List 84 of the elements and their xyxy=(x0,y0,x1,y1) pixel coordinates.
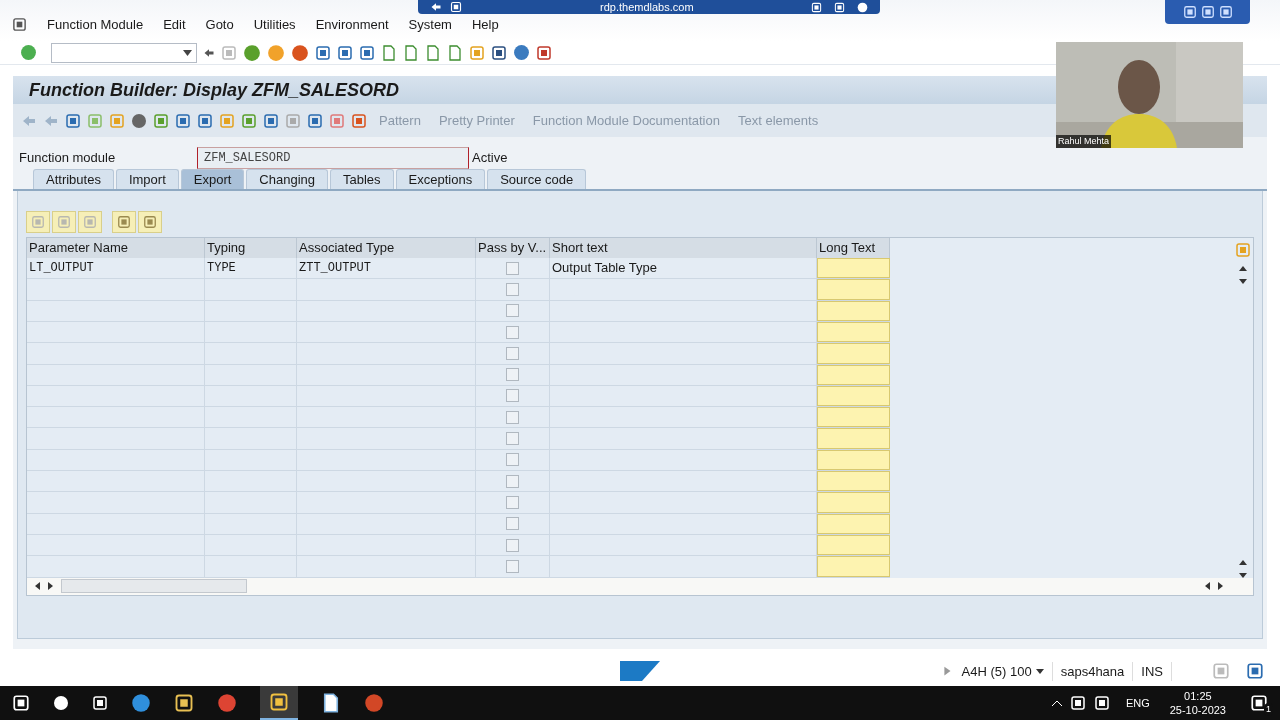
delete-row-button[interactable] xyxy=(138,211,162,234)
checkbox[interactable] xyxy=(506,368,519,382)
scrollbar-thumb[interactable] xyxy=(61,579,247,593)
column-header[interactable]: Short text xyxy=(550,238,817,259)
column-header[interactable]: Pass by V... xyxy=(476,238,550,259)
checkbox[interactable] xyxy=(506,389,519,403)
command-field[interactable] xyxy=(51,42,197,63)
checkbox[interactable] xyxy=(506,538,519,552)
table-cell: ZTT_OUTPUT xyxy=(297,258,476,279)
server-name: saps4hana xyxy=(1052,661,1134,681)
long-text-cell[interactable] xyxy=(817,428,890,449)
long-text-cell[interactable] xyxy=(817,343,890,364)
scissors-button[interactable] xyxy=(26,211,50,234)
menu-item[interactable]: Function Module xyxy=(47,14,144,35)
caret-icon xyxy=(1035,668,1044,674)
tab[interactable]: Changing xyxy=(246,169,328,190)
checkbox[interactable] xyxy=(506,261,519,275)
scroll-up-icon[interactable] xyxy=(1239,559,1247,565)
copy-button[interactable] xyxy=(52,211,76,234)
long-text-cell[interactable] xyxy=(817,279,890,300)
remote-host: rdp.themdlabs.com xyxy=(600,0,694,15)
tab[interactable]: Source code xyxy=(487,169,587,190)
language-indicator[interactable]: ENG xyxy=(1125,694,1150,712)
checkbox[interactable] xyxy=(506,559,519,573)
clock[interactable]: 01:25 25-10-2023 xyxy=(1165,689,1230,717)
document-icon[interactable] xyxy=(321,693,341,713)
checkbox[interactable] xyxy=(506,453,519,467)
function-module-field[interactable]: ZFM_SALESORD xyxy=(197,147,469,170)
menu-item[interactable]: System xyxy=(408,14,452,35)
long-text-cell[interactable] xyxy=(817,449,890,470)
column-header[interactable]: Associated Type xyxy=(297,238,476,259)
clock-date: 25-10-2023 xyxy=(1169,703,1226,717)
long-text-cell[interactable] xyxy=(817,513,890,534)
insert-row-button[interactable] xyxy=(112,211,136,234)
long-text-cell[interactable] xyxy=(817,471,890,492)
checkbox[interactable] xyxy=(506,474,519,488)
checkbox[interactable] xyxy=(506,495,519,509)
long-text-cell[interactable] xyxy=(817,300,890,321)
tab[interactable]: Exceptions xyxy=(395,169,486,190)
status-text: Active xyxy=(472,149,508,168)
long-text-cell[interactable] xyxy=(817,407,890,428)
column-header[interactable]: Parameter Name xyxy=(27,238,205,259)
menu-item[interactable]: Goto xyxy=(205,14,234,35)
caret-icon xyxy=(183,49,192,56)
long-text-cell[interactable] xyxy=(817,364,890,385)
tab[interactable]: Attributes xyxy=(33,169,114,190)
sap-logo xyxy=(620,661,660,682)
checkbox[interactable] xyxy=(506,304,519,318)
window-title: Function Builder: Display ZFM_SALESORD xyxy=(29,78,400,102)
system-dropdown[interactable]: A4H (5) 100 xyxy=(961,661,1053,681)
scroll-down-icon[interactable] xyxy=(1239,279,1247,285)
scroll-left-icon[interactable] xyxy=(35,582,40,590)
tab[interactable]: Export xyxy=(180,169,245,190)
checkbox[interactable] xyxy=(506,517,519,531)
tab[interactable]: Tables xyxy=(330,169,394,190)
checkbox[interactable] xyxy=(506,325,519,339)
checkbox[interactable] xyxy=(506,432,519,446)
checkbox[interactable] xyxy=(506,283,519,296)
chevron-up-icon[interactable] xyxy=(1051,700,1062,706)
taskbar-app-active[interactable] xyxy=(260,686,298,720)
paste-button[interactable] xyxy=(78,211,102,234)
long-text-cell[interactable] xyxy=(817,385,890,407)
long-text-cell[interactable] xyxy=(817,534,890,556)
checkbox[interactable] xyxy=(506,410,519,424)
tab[interactable]: Import xyxy=(115,169,179,190)
long-text-cell[interactable] xyxy=(817,492,890,513)
long-text-cell[interactable] xyxy=(817,321,890,343)
menu-item[interactable]: Help xyxy=(471,14,499,35)
scroll-left-icon[interactable] xyxy=(1205,582,1210,590)
menu-item[interactable]: Edit xyxy=(163,14,186,35)
table-cell: TYPE xyxy=(205,258,297,279)
menu-item[interactable]: Environment xyxy=(315,14,389,35)
scroll-right-icon[interactable] xyxy=(48,582,53,590)
column-header[interactable]: Typing xyxy=(205,238,297,259)
scroll-right-icon[interactable] xyxy=(1218,582,1223,590)
table-cell: LT_OUTPUT xyxy=(27,258,205,279)
long-text-cell[interactable] xyxy=(817,258,890,279)
input-mode: INS xyxy=(1133,661,1172,681)
checkbox[interactable] xyxy=(506,346,519,360)
clock-time: 01:25 xyxy=(1184,689,1212,703)
menu-item[interactable]: Utilities xyxy=(253,14,296,35)
scroll-up-icon[interactable] xyxy=(1239,266,1247,272)
long-text-cell[interactable] xyxy=(817,556,890,577)
field-label: Function module xyxy=(19,149,117,168)
